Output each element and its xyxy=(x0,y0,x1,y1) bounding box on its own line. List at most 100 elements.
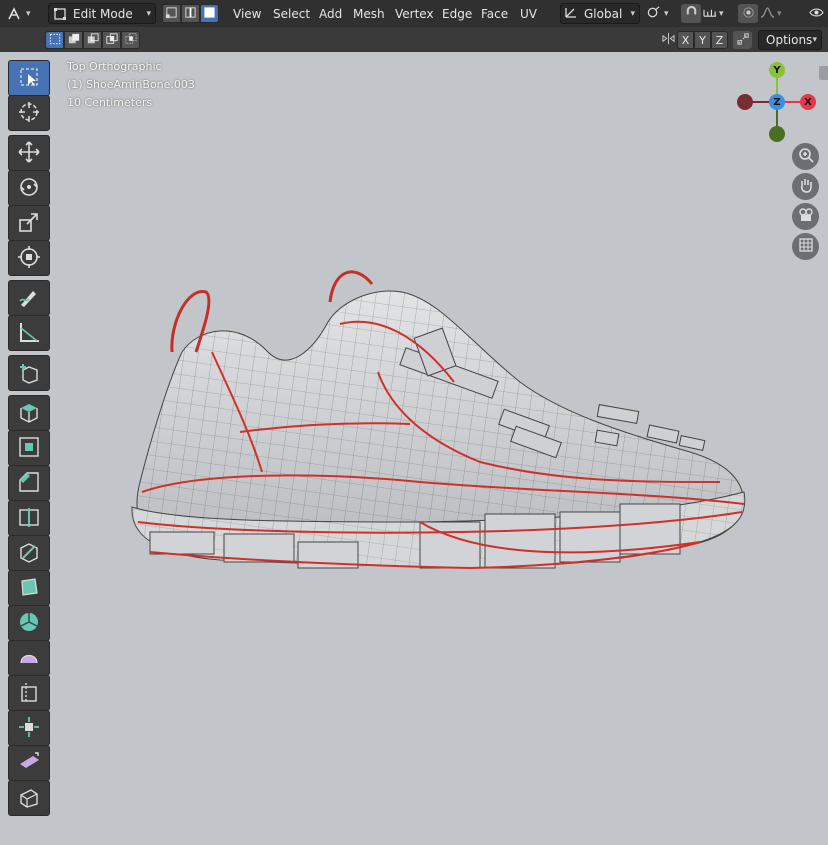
loop-cut-icon xyxy=(17,505,41,532)
menu-view[interactable]: View xyxy=(231,0,263,27)
menu-face[interactable]: Face xyxy=(479,0,510,27)
tool-move[interactable] xyxy=(8,135,50,171)
mode-label: Edit Mode xyxy=(73,6,133,21)
hand-icon xyxy=(797,176,815,197)
tool-knife[interactable] xyxy=(8,535,50,571)
pivot-point-button[interactable]: ▾ xyxy=(646,3,678,24)
chevron-down-icon: ▾ xyxy=(812,35,817,45)
menu-select[interactable]: Select xyxy=(271,0,312,27)
gizmo-neg-x-axis[interactable] xyxy=(737,94,753,110)
falloff-dropdown[interactable]: ▾ xyxy=(760,3,790,24)
transform-icon xyxy=(17,245,41,272)
object-name-label: (1) ShoeAmiriBone.003 xyxy=(67,78,195,91)
scale-icon xyxy=(17,210,41,237)
pivot-icon xyxy=(646,5,661,23)
tool-measure[interactable] xyxy=(8,315,50,351)
select-subtract-button[interactable] xyxy=(83,31,102,49)
camera-view-button[interactable] xyxy=(792,203,819,230)
navigation-gizmo[interactable]: Y X Z xyxy=(734,60,820,146)
select-intersect-icon xyxy=(124,32,137,48)
mirror-z-toggle[interactable]: Z xyxy=(711,31,728,49)
perspective-toggle-button[interactable] xyxy=(792,233,819,260)
select-new-button[interactable] xyxy=(45,31,64,49)
shrink-fatten-icon xyxy=(17,715,41,742)
snap-toggle-button[interactable] xyxy=(681,4,701,23)
mode-dropdown[interactable]: Edit Mode ▾ xyxy=(48,3,156,24)
select-extend-icon xyxy=(68,33,80,48)
3d-viewport[interactable]: Top Orthographic (1) ShoeAmiriBone.003 1… xyxy=(0,52,828,845)
tool-loop-cut[interactable] xyxy=(8,500,50,536)
sidebar-toggle[interactable] xyxy=(819,66,828,80)
editor-type-button[interactable]: ▾ xyxy=(6,3,42,24)
select-intersect-button[interactable] xyxy=(121,31,140,49)
tool-scale[interactable] xyxy=(8,205,50,241)
mirror-icon xyxy=(661,32,675,48)
options-label: Options xyxy=(766,33,813,47)
tool-bevel[interactable] xyxy=(8,465,50,501)
tool-transform[interactable] xyxy=(8,240,50,276)
cursor-icon xyxy=(17,100,41,127)
topology-mirror-button[interactable] xyxy=(733,31,752,49)
zoom-icon xyxy=(797,146,815,167)
tool-extrude[interactable] xyxy=(8,395,50,431)
menu-mesh[interactable]: Mesh xyxy=(351,0,387,27)
gizmo-neg-y-axis[interactable] xyxy=(769,126,785,142)
annotate-icon xyxy=(17,285,41,312)
menu-vertex[interactable]: Vertex xyxy=(393,0,436,27)
rip-icon xyxy=(17,785,41,812)
select-difference-button[interactable] xyxy=(102,31,121,49)
shear-icon xyxy=(17,750,41,777)
tool-smooth[interactable] xyxy=(8,640,50,676)
snap-target-dropdown[interactable]: ▾ xyxy=(703,3,731,24)
gizmo-x-axis[interactable]: X xyxy=(800,94,816,110)
tool-rotate[interactable] xyxy=(8,170,50,206)
tool-rip[interactable] xyxy=(8,780,50,816)
zoom-button[interactable] xyxy=(792,143,819,170)
menu-add[interactable]: Add xyxy=(317,0,344,27)
tool-edge-slide[interactable] xyxy=(8,675,50,711)
face-select-mode-button[interactable] xyxy=(200,4,219,23)
chevron-down-icon: ▾ xyxy=(719,8,724,19)
gizmo-y-axis[interactable]: Y xyxy=(769,62,785,78)
tool-poly-build[interactable] xyxy=(8,570,50,606)
mirror-x-toggle[interactable]: X xyxy=(677,31,694,49)
menu-uv[interactable]: UV xyxy=(518,0,539,27)
options-dropdown[interactable]: Options ▾ xyxy=(758,30,822,50)
tool-select-box[interactable] xyxy=(8,60,50,96)
tool-annotate[interactable] xyxy=(8,280,50,316)
eye-icon xyxy=(808,6,824,22)
view-name-label: Top Orthographic xyxy=(67,60,162,73)
tool-add-cube[interactable] xyxy=(8,355,50,391)
vertex-select-icon xyxy=(165,6,178,22)
visibility-button[interactable] xyxy=(806,3,826,24)
mirror-axis-icon-button[interactable] xyxy=(659,31,677,49)
select-difference-icon xyxy=(105,32,118,48)
chevron-down-icon: ▾ xyxy=(664,8,669,19)
proportional-edit-toggle[interactable] xyxy=(738,4,758,23)
tool-inset[interactable] xyxy=(8,430,50,466)
gizmo-z-axis[interactable]: Z xyxy=(769,94,785,110)
face-select-icon xyxy=(203,6,216,22)
edge-select-icon xyxy=(184,6,197,22)
editor-type-icon xyxy=(6,6,22,22)
transform-orientation-dropdown[interactable]: Global ▾ xyxy=(560,3,640,24)
edge-select-mode-button[interactable] xyxy=(181,4,200,23)
chevron-down-icon: ▾ xyxy=(777,8,782,19)
grid-icon xyxy=(797,236,815,257)
tool-cursor[interactable] xyxy=(8,95,50,131)
rotate-icon xyxy=(17,175,41,202)
tool-shear[interactable] xyxy=(8,745,50,781)
tool-shrink-fatten[interactable] xyxy=(8,710,50,746)
mirror-y-toggle[interactable]: Y xyxy=(694,31,711,49)
tool-spin[interactable] xyxy=(8,605,50,641)
knife-icon xyxy=(17,540,41,567)
falloff-curve-icon xyxy=(760,6,775,22)
shoe-mesh-model[interactable] xyxy=(0,52,828,845)
select-box-icon xyxy=(17,65,41,92)
pan-button[interactable] xyxy=(792,173,819,200)
select-new-icon xyxy=(49,33,61,48)
proportional-edit-icon xyxy=(742,6,755,22)
menu-edge[interactable]: Edge xyxy=(440,0,474,27)
select-extend-button[interactable] xyxy=(64,31,83,49)
vertex-select-mode-button[interactable] xyxy=(162,4,181,23)
